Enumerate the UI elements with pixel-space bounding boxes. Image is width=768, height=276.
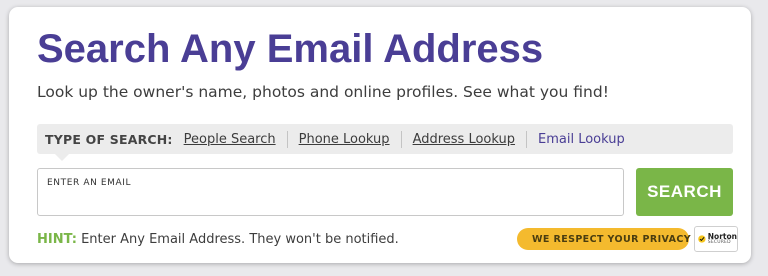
tab-people-search[interactable]: People Search <box>184 132 276 147</box>
page-subtitle: Look up the owner's name, photos and onl… <box>37 83 609 101</box>
tab-address-lookup[interactable]: Address Lookup <box>413 132 515 147</box>
email-input[interactable] <box>46 191 614 211</box>
checkmark-icon <box>698 235 706 243</box>
norton-secured-text: SECURED <box>707 240 731 245</box>
email-field-label: ENTER AN EMAIL <box>47 178 132 188</box>
email-field[interactable]: ENTER AN EMAIL <box>37 168 624 216</box>
search-type-bar: TYPE OF SEARCH: People Search Phone Look… <box>37 124 733 161</box>
norton-text: Norton SECURED <box>707 231 737 246</box>
privacy-badge: WE RESPECT YOUR PRIVACY <box>517 228 692 250</box>
privacy-badge-text: WE RESPECT YOUR PRIVACY <box>532 233 692 245</box>
search-type-label: TYPE OF SEARCH: <box>45 131 173 147</box>
tab-phone-lookup[interactable]: Phone Lookup <box>299 132 390 147</box>
tab-email-lookup[interactable]: Email Lookup <box>538 132 625 147</box>
norton-secured-badge: Norton SECURED <box>694 226 738 252</box>
norton-name: Norton <box>707 231 737 241</box>
hint-message: Enter Any Email Address. They won't be n… <box>81 232 399 247</box>
hint-text: HINT: Enter Any Email Address. They won'… <box>37 232 399 247</box>
divider <box>286 130 288 148</box>
email-search-card: Search Any Email Address Look up the own… <box>9 7 751 263</box>
divider <box>400 130 402 148</box>
search-button[interactable]: SEARCH <box>636 168 733 216</box>
page-title: Search Any Email Address <box>37 27 544 71</box>
divider <box>526 130 528 148</box>
hint-label: HINT: <box>37 232 77 247</box>
